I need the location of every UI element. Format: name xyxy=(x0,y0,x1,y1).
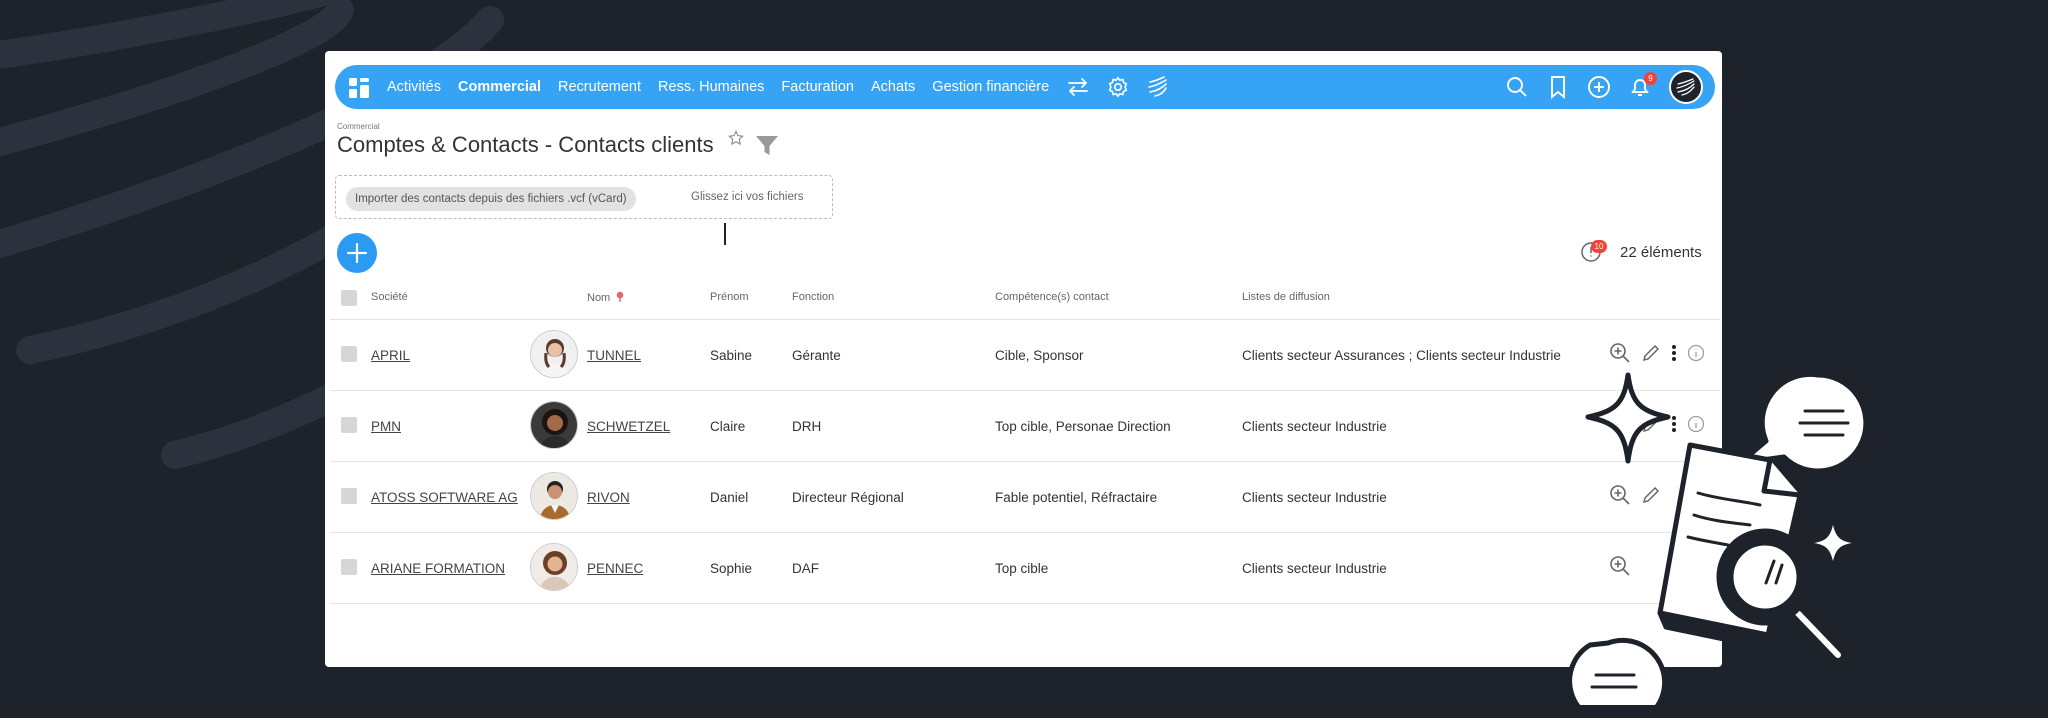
nav-item-facturation[interactable]: Facturation xyxy=(781,79,854,95)
more-options-icon[interactable] xyxy=(1671,343,1677,363)
bookmark-icon[interactable] xyxy=(1546,75,1570,99)
row-checkbox[interactable] xyxy=(341,417,357,433)
drop-zone-hint: Glissez ici vos fichiers xyxy=(691,191,804,203)
row-actions xyxy=(1609,342,1705,364)
company-link[interactable]: PMN xyxy=(371,419,401,434)
contact-function: DRH xyxy=(792,419,822,434)
text-cursor xyxy=(724,223,726,245)
contact-avatar xyxy=(530,472,578,520)
contact-lists: Clients secteur Industrie xyxy=(1242,561,1387,576)
brand-logo-icon[interactable] xyxy=(1146,76,1170,98)
main-nav: Activités Commercial Recrutement Ress. H… xyxy=(387,65,1170,109)
company-link[interactable]: ARIANE FORMATION xyxy=(371,561,505,576)
contact-avatar xyxy=(530,401,578,449)
nav-item-achats[interactable]: Achats xyxy=(871,79,915,95)
table-row: PMN SCHWETZEL Claire DRH Top cible, Pers… xyxy=(325,391,1722,461)
contact-name-link[interactable]: SCHWETZEL xyxy=(587,419,670,434)
zoom-in-icon[interactable] xyxy=(1609,342,1631,364)
contact-avatar xyxy=(530,543,578,591)
select-all-checkbox[interactable] xyxy=(341,290,357,306)
contact-function: Gérante xyxy=(792,348,841,363)
contact-function: DAF xyxy=(792,561,819,576)
nav-item-recrutement[interactable]: Recrutement xyxy=(558,79,641,95)
table-row: ATOSS SOFTWARE AG RIVON Daniel Directeur… xyxy=(325,462,1722,532)
contact-competences: Fable potentiel, Réfractaire xyxy=(995,490,1158,505)
breadcrumb[interactable]: Commercial xyxy=(337,122,380,131)
contact-name-link[interactable]: TUNNEL xyxy=(587,348,641,363)
nav-item-gestion-financiere[interactable]: Gestion financière xyxy=(932,79,1049,95)
column-header-listes[interactable]: Listes de diffusion xyxy=(1242,291,1330,303)
column-header-competences[interactable]: Compétence(s) contact xyxy=(995,291,1109,303)
notifications-bell-icon[interactable]: 9 xyxy=(1628,72,1657,99)
nav-item-commercial[interactable]: Commercial xyxy=(458,79,541,95)
row-checkbox[interactable] xyxy=(341,488,357,504)
add-contact-button[interactable] xyxy=(337,233,377,273)
row-divider xyxy=(330,603,1720,604)
file-drop-zone[interactable]: Importer des contacts depuis des fichier… xyxy=(335,175,833,219)
favorite-star-icon[interactable] xyxy=(728,130,744,151)
sort-desc-icon xyxy=(616,291,624,302)
gear-icon[interactable] xyxy=(1107,76,1129,98)
contact-lists: Clients secteur Assurances ; Clients sec… xyxy=(1242,348,1561,363)
nav-item-activites[interactable]: Activités xyxy=(387,79,441,95)
app-window: Activités Commercial Recrutement Ress. H… xyxy=(325,51,1722,667)
search-icon[interactable] xyxy=(1505,75,1529,99)
notification-badge: 9 xyxy=(1644,72,1657,85)
column-header-societe[interactable]: Société xyxy=(371,291,408,303)
topbar-actions: 9 xyxy=(1505,65,1703,109)
add-circle-icon[interactable] xyxy=(1587,75,1611,99)
element-count: 22 éléments xyxy=(1620,244,1702,261)
contact-competences: Cible, Sponsor xyxy=(995,348,1084,363)
row-checkbox[interactable] xyxy=(341,346,357,362)
contact-avatar xyxy=(530,330,578,378)
top-navigation-bar: Activités Commercial Recrutement Ress. H… xyxy=(335,65,1715,109)
company-link[interactable]: ATOSS SOFTWARE AG xyxy=(371,490,518,505)
table-row: ARIANE FORMATION PENNEC Sophie DAF Top c… xyxy=(325,533,1722,603)
contact-firstname: Claire xyxy=(710,419,746,434)
contact-firstname: Sophie xyxy=(710,561,753,576)
exchange-arrows-icon[interactable] xyxy=(1066,76,1090,98)
contact-firstname: Sabine xyxy=(710,348,753,363)
column-header-prenom[interactable]: Prénom xyxy=(710,291,749,303)
column-header-fonction[interactable]: Fonction xyxy=(792,291,834,303)
contact-function: Directeur Régional xyxy=(792,490,904,505)
row-checkbox[interactable] xyxy=(341,559,357,575)
column-header-nom[interactable]: Nom xyxy=(587,291,625,304)
import-vcard-button[interactable]: Importer des contacts depuis des fichier… xyxy=(346,187,636,211)
info-icon[interactable] xyxy=(1687,344,1705,362)
apps-grid-icon[interactable] xyxy=(348,77,370,99)
edit-pencil-icon[interactable] xyxy=(1641,343,1661,363)
count-badge: 10 xyxy=(1591,240,1607,253)
contact-competences: Top cible, Personae Direction xyxy=(995,419,1171,434)
column-header-nom-label: Nom xyxy=(587,292,611,304)
contact-lists: Clients secteur Industrie xyxy=(1242,419,1387,434)
company-link[interactable]: APRIL xyxy=(371,348,410,363)
contact-name-link[interactable]: PENNEC xyxy=(587,561,643,576)
contact-firstname: Daniel xyxy=(710,490,749,505)
user-avatar[interactable] xyxy=(1669,70,1703,104)
filter-icon[interactable] xyxy=(755,135,779,162)
contact-lists: Clients secteur Industrie xyxy=(1242,490,1387,505)
page-title: Comptes & Contacts - Contacts clients xyxy=(337,132,714,157)
document-search-illustration xyxy=(1567,371,1869,705)
table-row: APRIL TUNNEL Sabine Gérante Cible, Spons… xyxy=(325,320,1722,390)
contact-name-link[interactable]: RIVON xyxy=(587,490,630,505)
nav-item-ress-humaines[interactable]: Ress. Humaines xyxy=(658,79,764,95)
contact-competences: Top cible xyxy=(995,561,1049,576)
